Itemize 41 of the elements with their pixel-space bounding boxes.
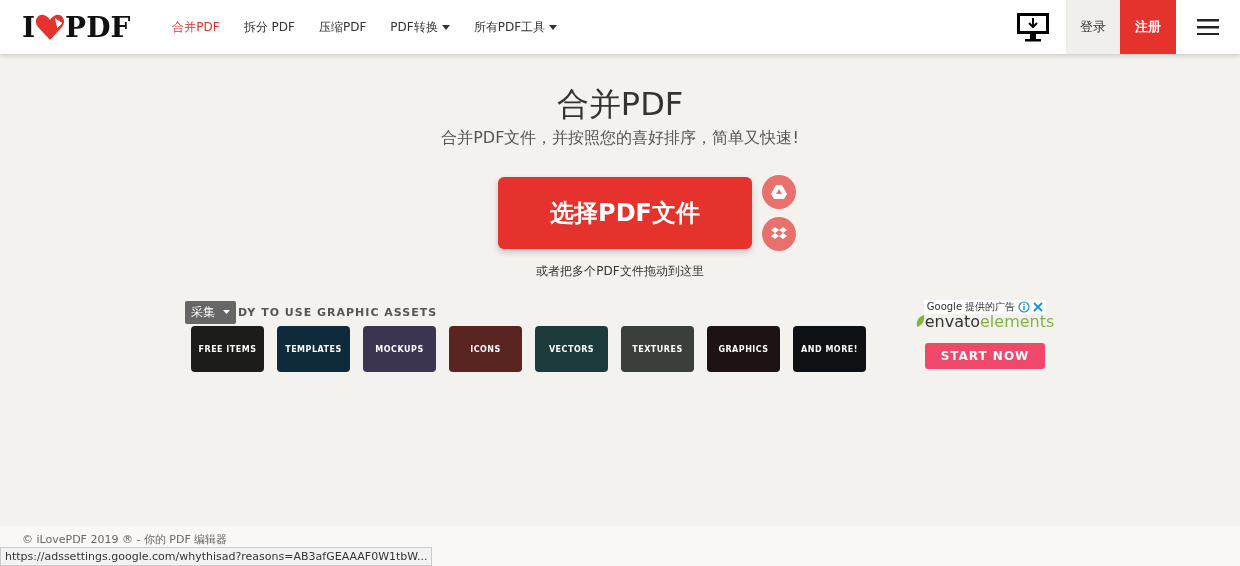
- caret-icon: [223, 310, 230, 314]
- brand-suffix: elements: [980, 312, 1055, 331]
- brand-name: envato: [924, 312, 980, 331]
- nav-link[interactable]: PDF转换: [390, 18, 450, 36]
- collect-tooltip[interactable]: 采集: [185, 300, 236, 324]
- nav-link[interactable]: 压缩PDF: [318, 18, 367, 36]
- asset-tile[interactable]: TEXTURES: [621, 326, 694, 372]
- nav-link[interactable]: 拆分 PDF: [243, 18, 295, 36]
- asset-tile[interactable]: MOCKUPS: [363, 326, 436, 372]
- footer-text: © iLovePDF 2019 ® - 你的 PDF 编辑器: [22, 532, 228, 547]
- ad-heading: DY TO USE GRAPHIC ASSETS: [238, 305, 438, 319]
- asset-tile[interactable]: VECTORS: [535, 326, 608, 372]
- signup-button[interactable]: 注册: [1120, 0, 1176, 54]
- drop-hint: 或者把多个PDF文件拖动到这里: [536, 263, 704, 280]
- caret-icon: [549, 24, 558, 30]
- dropbox-button[interactable]: [762, 217, 796, 251]
- info-icon: [1018, 301, 1031, 313]
- triangle-drive-icon: [771, 185, 787, 199]
- heart-icon: [35, 13, 66, 41]
- asset-tile[interactable]: GRAPHICS: [707, 326, 780, 372]
- monitor-download-icon: [1016, 12, 1050, 42]
- ad-provider: Google 提供的广告: [926, 300, 1016, 314]
- menu-icon: [1197, 19, 1219, 35]
- logo[interactable]: I PDF: [22, 10, 131, 44]
- asset-tile[interactable]: FREE ITEMS: [191, 326, 264, 372]
- nav-link[interactable]: 合并PDF: [172, 18, 220, 36]
- status-url: https://adssettings.google.com/whythisad?reasons=AB3afGEAAAF0W1tbW...: [0, 547, 433, 566]
- leaf-icon: [915, 315, 925, 327]
- asset-tile[interactable]: AND MORE!: [793, 326, 866, 372]
- asset-tile[interactable]: TEMPLATES: [277, 326, 350, 372]
- page-subtitle: 合并PDF文件，并按照您的喜好排序，简单又快速!: [441, 128, 799, 149]
- close-icon: [1033, 302, 1044, 312]
- nav-link[interactable]: 所有PDF工具: [473, 18, 558, 36]
- drive-button[interactable]: [762, 175, 796, 209]
- asset-tile[interactable]: ICONS: [449, 326, 522, 372]
- caret-icon: [441, 24, 450, 30]
- select-files-button[interactable]: 选择PDF文件: [498, 177, 752, 249]
- page-title: 合并PDF: [556, 84, 684, 124]
- box-icon: [771, 227, 787, 241]
- start-now-button[interactable]: START NOW: [924, 343, 1046, 369]
- login-button[interactable]: 登录: [1066, 0, 1120, 54]
